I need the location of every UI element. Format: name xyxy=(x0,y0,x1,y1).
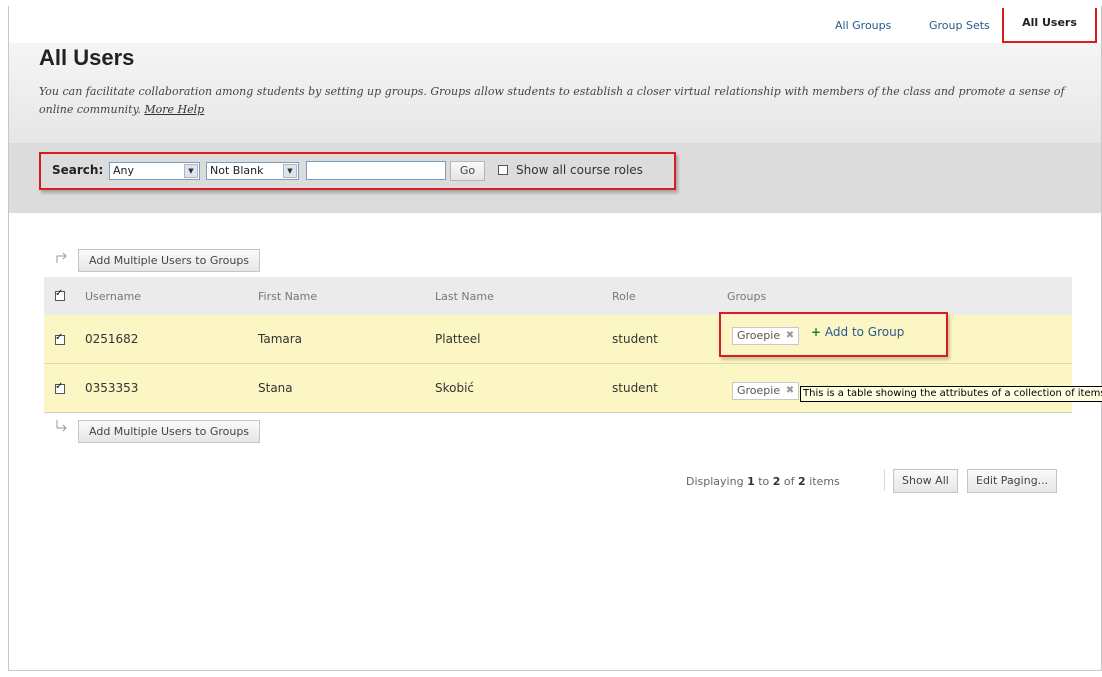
column-header-username[interactable]: Username xyxy=(85,290,141,303)
row-checkbox[interactable] xyxy=(55,332,65,345)
paging-of: of xyxy=(783,475,795,488)
column-header-groups[interactable]: Groups xyxy=(727,290,766,303)
go-button[interactable]: Go xyxy=(450,161,485,181)
edit-paging-button[interactable]: Edit Paging... xyxy=(967,469,1058,493)
table-tooltip: This is a table showing the attributes o… xyxy=(800,386,1102,402)
search-field-select[interactable]: Any ▼ xyxy=(109,162,200,180)
group-tag: Groepie ✖ xyxy=(732,327,800,345)
add-multiple-users-button-top[interactable]: Add Multiple Users to Groups xyxy=(78,249,261,272)
cell-username: 0251682 xyxy=(85,332,139,346)
nav-group-sets[interactable]: Group Sets xyxy=(929,19,990,32)
cell-role: student xyxy=(612,381,658,395)
show-roles-checkbox[interactable] xyxy=(498,165,508,175)
cell-last-name: Platteel xyxy=(435,332,481,346)
add-to-group-link[interactable]: + Add to Group xyxy=(811,325,904,339)
column-header-last-name[interactable]: Last Name xyxy=(435,290,494,303)
add-multiple-users-button-bottom[interactable]: Add Multiple Users to Groups xyxy=(78,420,261,443)
add-to-group-highlight: Groepie ✖ + Add to Group xyxy=(719,312,948,357)
cell-username: 0353353 xyxy=(85,381,139,395)
group-tag: Groepie ✖ xyxy=(732,382,800,400)
chevron-down-icon: ▼ xyxy=(283,164,297,178)
more-help-link[interactable]: More Help xyxy=(144,103,204,116)
paging-divider xyxy=(884,469,885,491)
search-operator-select[interactable]: Not Blank ▼ xyxy=(206,162,299,180)
paging-suffix: items xyxy=(809,475,840,488)
paging-summary: Displaying 1 to 2 of 2 items xyxy=(686,475,840,488)
cell-role: student xyxy=(612,332,658,346)
search-bar: Search: Any ▼ Not Blank ▼ Go Show all co… xyxy=(9,143,1101,213)
group-tag-label: Groepie xyxy=(737,329,781,342)
top-navigation: All Groups Group Sets All Users xyxy=(9,6,1101,43)
table-header: Username First Name Last Name Role Group… xyxy=(44,277,1072,315)
cell-first-name: Stana xyxy=(258,381,293,395)
paging-end: 2 xyxy=(772,475,781,488)
search-operator-value: Not Blank xyxy=(210,164,264,177)
search-field-value: Any xyxy=(113,164,135,177)
page-header: All Users You can facilitate collaborati… xyxy=(9,43,1101,143)
arrow-right-icon xyxy=(56,420,67,432)
remove-icon[interactable]: ✖ xyxy=(786,328,794,344)
search-highlight-box: Search: Any ▼ Not Blank ▼ Go Show all co… xyxy=(39,152,676,190)
cell-first-name: Tamara xyxy=(258,332,303,346)
page-title: All Users xyxy=(39,45,135,70)
add-to-group-label: Add to Group xyxy=(824,325,905,339)
search-input[interactable] xyxy=(306,161,446,180)
paging-to: to xyxy=(758,475,770,488)
plus-icon: + xyxy=(811,325,822,339)
chevron-down-icon: ▼ xyxy=(184,164,198,178)
column-header-role[interactable]: Role xyxy=(612,290,636,303)
nav-all-groups[interactable]: All Groups xyxy=(835,19,891,32)
show-all-button[interactable]: Show All xyxy=(893,469,958,493)
paging-prefix: Displaying xyxy=(686,475,744,488)
search-label: Search: xyxy=(52,163,104,177)
paging-start: 1 xyxy=(747,475,755,488)
remove-icon[interactable]: ✖ xyxy=(786,383,794,399)
column-header-first-name[interactable]: First Name xyxy=(258,290,317,303)
page-frame: All Groups Group Sets All Users All User… xyxy=(8,6,1102,671)
paging-total: 2 xyxy=(798,475,806,488)
nav-all-users-tab[interactable]: All Users xyxy=(1002,8,1097,43)
arrow-right-icon xyxy=(56,252,67,263)
show-roles-label: Show all course roles xyxy=(516,163,643,177)
row-checkbox[interactable] xyxy=(55,381,65,394)
select-all-checkbox[interactable] xyxy=(55,288,65,301)
page-description: You can facilitate collaboration among s… xyxy=(39,83,1069,119)
group-tag-label: Groepie xyxy=(737,384,781,397)
cell-last-name: Skobić xyxy=(435,381,475,395)
